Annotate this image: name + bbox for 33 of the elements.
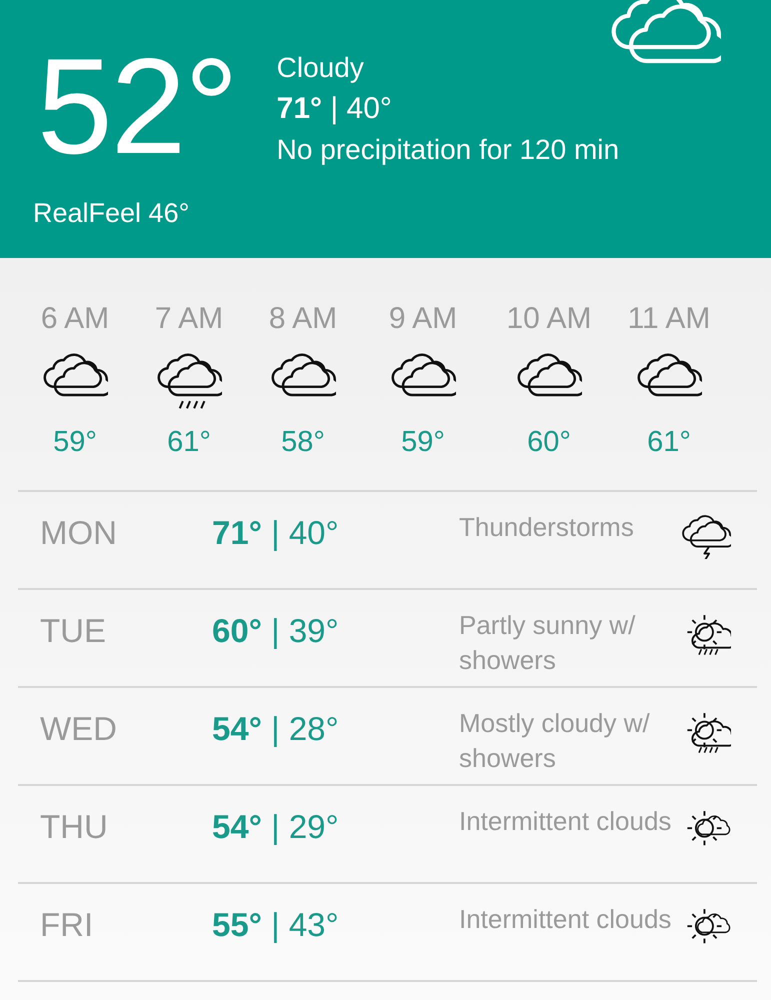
hour-temperature: 59°	[401, 426, 445, 459]
day-label: THU	[39, 807, 109, 847]
hour-temperature: 59°	[53, 426, 97, 459]
hour-label: 8 AM	[268, 302, 338, 336]
high-low-text: 60° | 39°	[212, 611, 340, 651]
high-low-text: 54° | 29°	[212, 807, 340, 847]
precipitation-text: No precipitation for 120 min	[276, 134, 620, 166]
realfeel-text: RealFeel 46°	[33, 198, 190, 229]
condition-text: Mostly cloudy w/ showers	[459, 707, 651, 775]
hour-label: 9 AM	[388, 302, 458, 336]
condition-text: Intermittent clouds	[459, 903, 672, 936]
day-label: TUE	[39, 611, 107, 651]
storm-cloud-icon	[681, 514, 731, 559]
high-low-text: 55° | 43°	[212, 905, 340, 945]
condition-text: Partly sunny w/ showers	[459, 609, 636, 677]
day-label: MON	[39, 513, 118, 553]
hour-temperature: 58°	[281, 426, 325, 459]
high-low-text: 54° | 28°	[212, 709, 340, 749]
hour-temperature: 61°	[167, 426, 211, 459]
current-temperature: 52°	[37, 38, 237, 174]
hour-label: 6 AM	[40, 302, 110, 336]
day-label: WED	[39, 709, 118, 749]
condition-text: Cloudy	[276, 52, 365, 84]
high-low-text: 71° | 40°	[276, 92, 393, 126]
hour-label: 11 AM	[628, 302, 710, 336]
high-low-text: 71° | 40°	[212, 513, 340, 553]
day-label: FRI	[39, 905, 94, 945]
condition-text: Thunderstorms	[459, 511, 635, 544]
hour-temperature: 60°	[527, 426, 571, 459]
hour-label: 7 AM	[154, 302, 224, 336]
hour-temperature: 61°	[647, 426, 691, 459]
condition-text: Intermittent clouds	[459, 805, 672, 838]
hour-label: 10 AM	[506, 302, 592, 336]
